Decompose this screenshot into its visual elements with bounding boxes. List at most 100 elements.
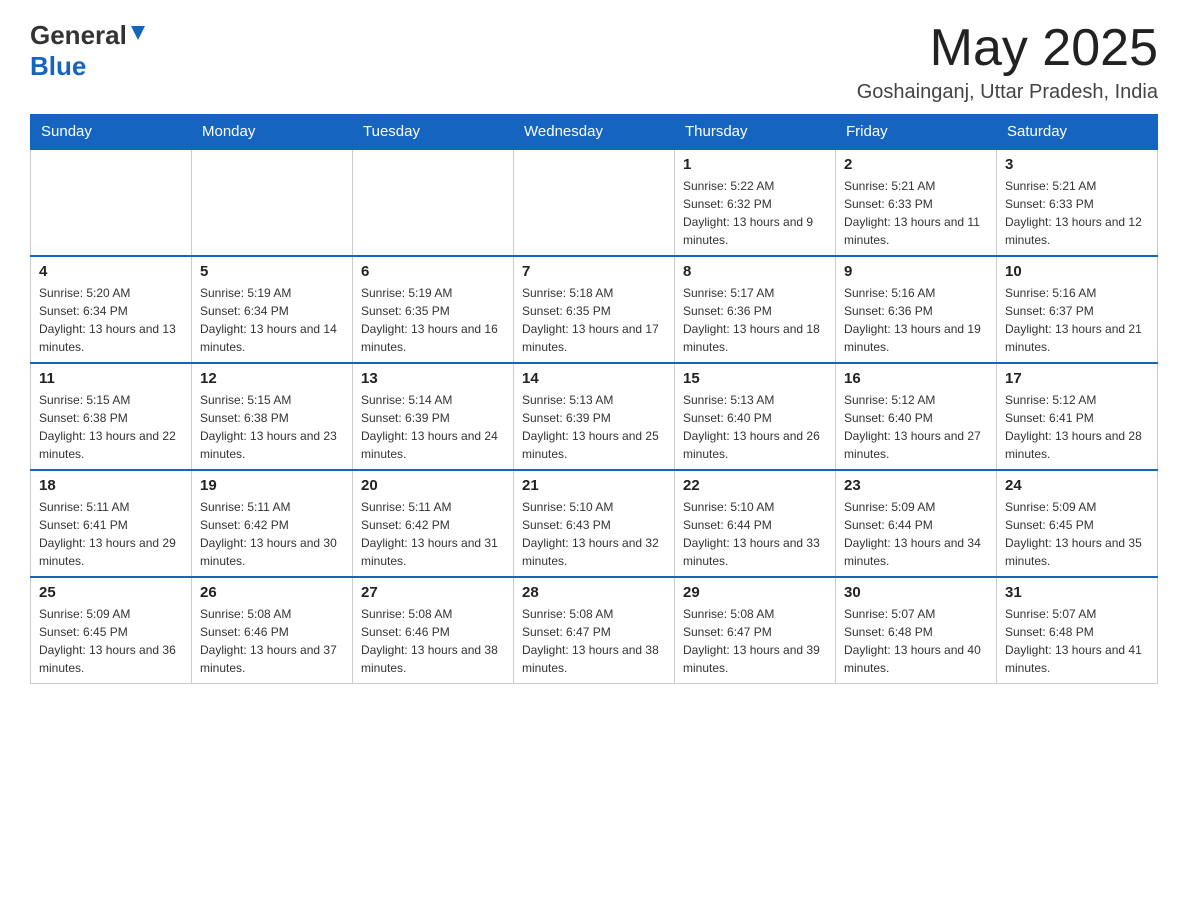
day-info-11: Sunrise: 5:15 AMSunset: 6:38 PMDaylight:… bbox=[39, 391, 183, 463]
logo: General Blue bbox=[30, 20, 149, 82]
calendar-cell-1-3: 7Sunrise: 5:18 AMSunset: 6:35 PMDaylight… bbox=[514, 256, 675, 363]
day-number-22: 22 bbox=[683, 477, 827, 494]
calendar-cell-4-6: 31 Sunrise: 5:07 AMSunset: 6:48 PMDayligh… bbox=[997, 577, 1158, 684]
header-row: Sunday Monday Tuesday Wednesday Thursday… bbox=[31, 115, 1158, 150]
calendar-cell-0-1 bbox=[192, 149, 353, 256]
day-number-26: 26 bbox=[200, 584, 344, 601]
day-info-8: Sunrise: 5:17 AMSunset: 6:36 PMDaylight:… bbox=[683, 284, 827, 356]
day-number-25: 25 bbox=[39, 584, 183, 601]
title-section: May 2025 Goshainganj, Uttar Pradesh, Ind… bbox=[857, 20, 1158, 104]
day-number-27: 27 bbox=[361, 584, 505, 601]
day-info-22: Sunrise: 5:10 AMSunset: 6:44 PMDaylight:… bbox=[683, 498, 827, 570]
day-info-28: Sunrise: 5:08 AMSunset: 6:47 PMDaylight:… bbox=[522, 605, 666, 677]
day-number-13: 13 bbox=[361, 370, 505, 387]
calendar-cell-4-5: 30 Sunrise: 5:07 AMSunset: 6:48 PMDayligh… bbox=[836, 577, 997, 684]
day-info-17: Sunrise: 5:12 AMSunset: 6:41 PMDaylight:… bbox=[1005, 391, 1149, 463]
day-info-15: Sunrise: 5:13 AMSunset: 6:40 PMDaylight:… bbox=[683, 391, 827, 463]
logo-general: General bbox=[30, 20, 127, 51]
calendar-cell-4-4: 29Sunrise: 5:08 AMSunset: 6:47 PMDayligh… bbox=[675, 577, 836, 684]
day-number-1: 1 bbox=[683, 156, 827, 173]
calendar-cell-2-1: 12 Sunrise: 5:15 AMSunset: 6:38 PMDayligh… bbox=[192, 363, 353, 470]
day-number-2: 2 bbox=[844, 156, 988, 173]
calendar-header: Sunday Monday Tuesday Wednesday Thursday… bbox=[31, 115, 1158, 150]
day-number-14: 14 bbox=[522, 370, 666, 387]
day-info-20: Sunrise: 5:11 AMSunset: 6:42 PMDaylight:… bbox=[361, 498, 505, 570]
day-info-5: Sunrise: 5:19 AMSunset: 6:34 PMDaylight:… bbox=[200, 284, 344, 356]
day-info-10: Sunrise: 5:16 AMSunset: 6:37 PMDaylight:… bbox=[1005, 284, 1149, 356]
day-number-3: 3 bbox=[1005, 156, 1149, 173]
calendar-cell-3-1: 19 Sunrise: 5:11 AMSunset: 6:42 PMDayligh… bbox=[192, 470, 353, 577]
calendar-cell-0-6: 3 Sunrise: 5:21 AMSunset: 6:33 PMDaylight… bbox=[997, 149, 1158, 256]
day-info-16: Sunrise: 5:12 AMSunset: 6:40 PMDaylight:… bbox=[844, 391, 988, 463]
day-info-6: Sunrise: 5:19 AMSunset: 6:35 PMDaylight:… bbox=[361, 284, 505, 356]
logo-blue: Blue bbox=[30, 51, 86, 81]
calendar-cell-0-5: 2 Sunrise: 5:21 AMSunset: 6:33 PMDaylight… bbox=[836, 149, 997, 256]
calendar-cell-4-3: 28 Sunrise: 5:08 AMSunset: 6:47 PMDayligh… bbox=[514, 577, 675, 684]
week-row-1: 1Sunrise: 5:22 AMSunset: 6:32 PMDaylight… bbox=[31, 149, 1158, 256]
page-header: General Blue May 2025 Goshainganj, Uttar… bbox=[30, 20, 1158, 104]
calendar-cell-3-0: 18 Sunrise: 5:11 AMSunset: 6:41 PMDayligh… bbox=[31, 470, 192, 577]
day-number-12: 12 bbox=[200, 370, 344, 387]
day-number-11: 11 bbox=[39, 370, 183, 387]
week-row-4: 18 Sunrise: 5:11 AMSunset: 6:41 PMDayligh… bbox=[31, 470, 1158, 577]
day-info-29: Sunrise: 5:08 AMSunset: 6:47 PMDaylight:… bbox=[683, 605, 827, 677]
calendar-cell-1-2: 6 Sunrise: 5:19 AMSunset: 6:35 PMDaylight… bbox=[353, 256, 514, 363]
week-row-2: 4Sunrise: 5:20 AMSunset: 6:34 PMDaylight… bbox=[31, 256, 1158, 363]
day-info-23: Sunrise: 5:09 AMSunset: 6:44 PMDaylight:… bbox=[844, 498, 988, 570]
calendar-cell-3-6: 24 Sunrise: 5:09 AMSunset: 6:45 PMDayligh… bbox=[997, 470, 1158, 577]
day-info-19: Sunrise: 5:11 AMSunset: 6:42 PMDaylight:… bbox=[200, 498, 344, 570]
day-number-21: 21 bbox=[522, 477, 666, 494]
calendar-cell-1-6: 10Sunrise: 5:16 AMSunset: 6:37 PMDayligh… bbox=[997, 256, 1158, 363]
day-number-20: 20 bbox=[361, 477, 505, 494]
header-thursday: Thursday bbox=[675, 115, 836, 150]
day-number-23: 23 bbox=[844, 477, 988, 494]
day-info-26: Sunrise: 5:08 AMSunset: 6:46 PMDaylight:… bbox=[200, 605, 344, 677]
day-info-3: Sunrise: 5:21 AMSunset: 6:33 PMDaylight:… bbox=[1005, 177, 1149, 249]
day-number-6: 6 bbox=[361, 263, 505, 280]
calendar-cell-1-0: 4Sunrise: 5:20 AMSunset: 6:34 PMDaylight… bbox=[31, 256, 192, 363]
calendar-body: 1Sunrise: 5:22 AMSunset: 6:32 PMDaylight… bbox=[31, 149, 1158, 684]
day-number-16: 16 bbox=[844, 370, 988, 387]
day-info-14: Sunrise: 5:13 AMSunset: 6:39 PMDaylight:… bbox=[522, 391, 666, 463]
calendar-cell-2-6: 17 Sunrise: 5:12 AMSunset: 6:41 PMDayligh… bbox=[997, 363, 1158, 470]
calendar-cell-2-4: 15 Sunrise: 5:13 AMSunset: 6:40 PMDayligh… bbox=[675, 363, 836, 470]
location-title: Goshainganj, Uttar Pradesh, India bbox=[857, 81, 1158, 104]
day-info-31: Sunrise: 5:07 AMSunset: 6:48 PMDaylight:… bbox=[1005, 605, 1149, 677]
week-row-5: 25 Sunrise: 5:09 AMSunset: 6:45 PMDayligh… bbox=[31, 577, 1158, 684]
day-info-7: Sunrise: 5:18 AMSunset: 6:35 PMDaylight:… bbox=[522, 284, 666, 356]
calendar-table: Sunday Monday Tuesday Wednesday Thursday… bbox=[30, 114, 1158, 684]
logo-arrow-icon bbox=[127, 22, 149, 44]
day-number-24: 24 bbox=[1005, 477, 1149, 494]
month-title: May 2025 bbox=[857, 20, 1158, 77]
day-number-17: 17 bbox=[1005, 370, 1149, 387]
calendar-cell-1-5: 9Sunrise: 5:16 AMSunset: 6:36 PMDaylight… bbox=[836, 256, 997, 363]
day-info-25: Sunrise: 5:09 AMSunset: 6:45 PMDaylight:… bbox=[39, 605, 183, 677]
day-info-30: Sunrise: 5:07 AMSunset: 6:48 PMDaylight:… bbox=[844, 605, 988, 677]
calendar-cell-2-2: 13Sunrise: 5:14 AMSunset: 6:39 PMDayligh… bbox=[353, 363, 514, 470]
calendar-cell-2-5: 16 Sunrise: 5:12 AMSunset: 6:40 PMDayligh… bbox=[836, 363, 997, 470]
day-number-19: 19 bbox=[200, 477, 344, 494]
day-number-4: 4 bbox=[39, 263, 183, 280]
day-number-31: 31 bbox=[1005, 584, 1149, 601]
calendar-cell-0-2 bbox=[353, 149, 514, 256]
week-row-3: 11 Sunrise: 5:15 AMSunset: 6:38 PMDayligh… bbox=[31, 363, 1158, 470]
calendar-cell-4-2: 27Sunrise: 5:08 AMSunset: 6:46 PMDayligh… bbox=[353, 577, 514, 684]
header-saturday: Saturday bbox=[997, 115, 1158, 150]
day-info-21: Sunrise: 5:10 AMSunset: 6:43 PMDaylight:… bbox=[522, 498, 666, 570]
day-info-18: Sunrise: 5:11 AMSunset: 6:41 PMDaylight:… bbox=[39, 498, 183, 570]
calendar-cell-0-4: 1Sunrise: 5:22 AMSunset: 6:32 PMDaylight… bbox=[675, 149, 836, 256]
calendar-cell-0-3 bbox=[514, 149, 675, 256]
day-number-8: 8 bbox=[683, 263, 827, 280]
calendar-cell-4-1: 26 Sunrise: 5:08 AMSunset: 6:46 PMDayligh… bbox=[192, 577, 353, 684]
calendar-cell-4-0: 25 Sunrise: 5:09 AMSunset: 6:45 PMDayligh… bbox=[31, 577, 192, 684]
day-info-12: Sunrise: 5:15 AMSunset: 6:38 PMDaylight:… bbox=[200, 391, 344, 463]
day-number-15: 15 bbox=[683, 370, 827, 387]
calendar-cell-3-3: 21 Sunrise: 5:10 AMSunset: 6:43 PMDayligh… bbox=[514, 470, 675, 577]
header-wednesday: Wednesday bbox=[514, 115, 675, 150]
day-number-18: 18 bbox=[39, 477, 183, 494]
day-number-28: 28 bbox=[522, 584, 666, 601]
calendar-cell-3-4: 22 Sunrise: 5:10 AMSunset: 6:44 PMDayligh… bbox=[675, 470, 836, 577]
day-number-30: 30 bbox=[844, 584, 988, 601]
day-info-24: Sunrise: 5:09 AMSunset: 6:45 PMDaylight:… bbox=[1005, 498, 1149, 570]
day-info-2: Sunrise: 5:21 AMSunset: 6:33 PMDaylight:… bbox=[844, 177, 988, 249]
